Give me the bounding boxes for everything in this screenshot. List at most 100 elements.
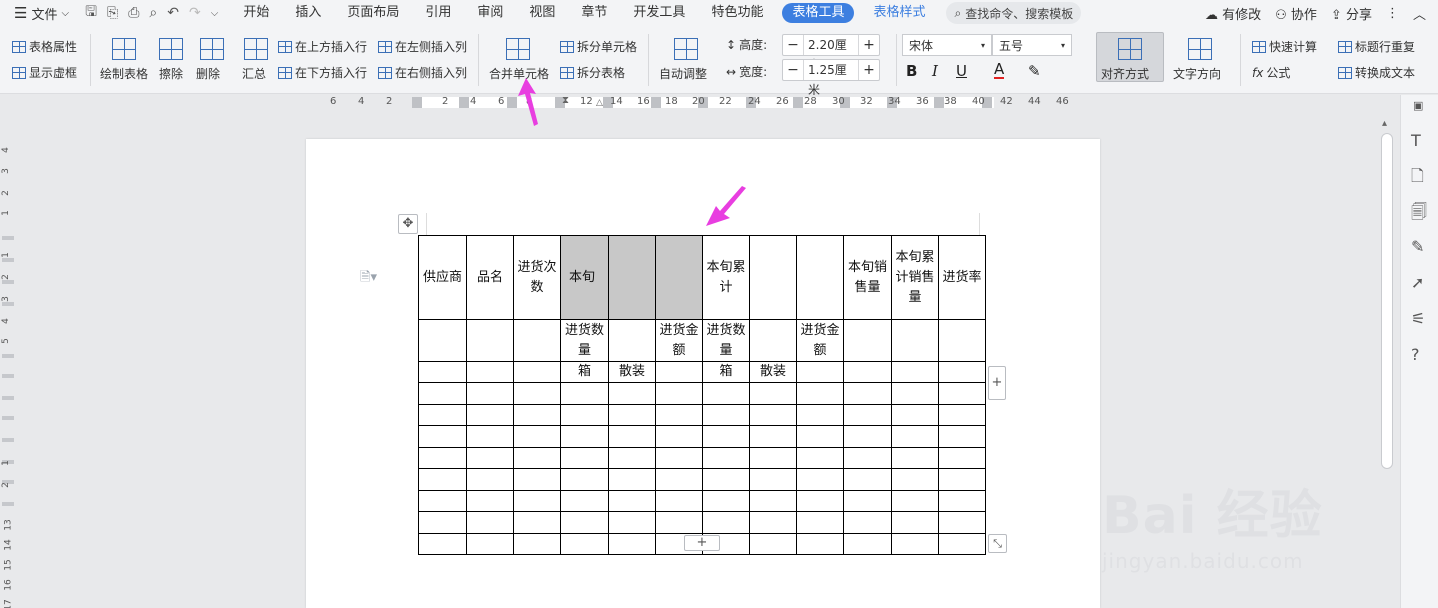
- table-cell[interactable]: [466, 382, 514, 405]
- table-cell[interactable]: [891, 489, 939, 512]
- table-cell[interactable]: 进货次数: [513, 235, 561, 320]
- quick-calc-button[interactable]: 快速计算: [1252, 38, 1317, 55]
- highlight-icon[interactable]: ✎: [1028, 62, 1041, 80]
- table-cell[interactable]: [749, 403, 797, 426]
- document-icon[interactable]: 🗋: [1411, 165, 1424, 192]
- table-cell[interactable]: [560, 382, 609, 405]
- table-cell[interactable]: [843, 382, 892, 405]
- table-cell[interactable]: 进货金额: [796, 319, 844, 362]
- table-cell[interactable]: [749, 235, 797, 320]
- tab-home[interactable]: 开始: [230, 0, 282, 26]
- table-cell[interactable]: [466, 532, 514, 555]
- table-cell[interactable]: [466, 511, 514, 534]
- print-icon[interactable]: ⎙: [128, 5, 139, 21]
- height-value[interactable]: 2.20厘米: [803, 35, 859, 72]
- table-cell[interactable]: [938, 382, 986, 405]
- table-cell[interactable]: 箱: [702, 361, 750, 383]
- table-cell[interactable]: [749, 425, 797, 448]
- repeat-header-button[interactable]: 标题行重复: [1338, 38, 1415, 55]
- table-cell[interactable]: [608, 532, 656, 555]
- table-cell[interactable]: 本旬累计: [702, 235, 750, 320]
- table-cell[interactable]: 箱: [560, 361, 609, 383]
- table-cell[interactable]: [418, 511, 467, 534]
- table-cell[interactable]: [560, 489, 609, 512]
- table-cell[interactable]: [796, 382, 844, 405]
- table-cell[interactable]: [466, 446, 514, 469]
- bold-icon[interactable]: B: [906, 62, 917, 80]
- add-column-button[interactable]: +: [988, 366, 1006, 400]
- table-cell[interactable]: [466, 425, 514, 448]
- collab-button[interactable]: ⚇ 协作: [1275, 4, 1317, 23]
- sidebar-toggle-icon[interactable]: ▣: [1413, 99, 1423, 112]
- table-cell[interactable]: [843, 489, 892, 512]
- vertical-scrollbar[interactable]: [1381, 133, 1393, 469]
- table-cell[interactable]: [796, 235, 844, 320]
- draw-table-button[interactable]: 绘制表格: [100, 65, 148, 82]
- plus-icon[interactable]: +: [859, 62, 879, 78]
- table-cell[interactable]: [655, 425, 703, 448]
- table-cell[interactable]: [702, 468, 750, 491]
- modified-indicator[interactable]: ☁ 有修改: [1205, 4, 1261, 23]
- table-cell[interactable]: [513, 489, 561, 512]
- insert-row-above-button[interactable]: 在上方插入行: [278, 38, 367, 55]
- table-cell[interactable]: [608, 468, 656, 491]
- table-cell[interactable]: [702, 403, 750, 426]
- table-cell[interactable]: [938, 446, 986, 469]
- tab-review[interactable]: 审阅: [464, 0, 516, 26]
- convert-to-text-button[interactable]: 转换成文本: [1338, 64, 1415, 81]
- table-cell[interactable]: 品名: [466, 235, 514, 320]
- table-cell[interactable]: [749, 489, 797, 512]
- table-cell[interactable]: [418, 361, 467, 383]
- table-cell[interactable]: [418, 425, 467, 448]
- document-settings-icon[interactable]: 🗐: [1411, 201, 1427, 228]
- table-cell[interactable]: [513, 319, 561, 362]
- table-cell[interactable]: 散装: [749, 361, 797, 383]
- save-icon[interactable]: 🖫: [85, 1, 97, 25]
- table-cell[interactable]: [608, 446, 656, 469]
- table-cell[interactable]: [655, 489, 703, 512]
- resize-table-handle[interactable]: ⤡: [988, 534, 1007, 553]
- tab-developer[interactable]: 开发工具: [620, 0, 698, 26]
- split-cells-button[interactable]: 拆分单元格: [560, 38, 637, 55]
- table-cell[interactable]: [749, 382, 797, 405]
- table-cell[interactable]: [608, 425, 656, 448]
- table-cell[interactable]: [418, 532, 467, 555]
- table-cell[interactable]: [466, 403, 514, 426]
- minus-icon[interactable]: −: [783, 62, 803, 78]
- table-cell[interactable]: 本旬销售量: [843, 235, 892, 320]
- table-cell[interactable]: [513, 468, 561, 491]
- vertical-ruler[interactable]: 4 3 2 1 1 2 3 4 5 1 2 13 14 15 16 17: [0, 110, 16, 608]
- table-cell[interactable]: [655, 403, 703, 426]
- insert-col-left-button[interactable]: 在左侧插入列: [378, 38, 467, 55]
- table-cell[interactable]: [749, 446, 797, 469]
- table-cell[interactable]: [513, 361, 561, 383]
- table-cell[interactable]: [843, 425, 892, 448]
- table-cell[interactable]: [513, 532, 561, 555]
- table-cell[interactable]: [608, 235, 656, 320]
- add-row-button[interactable]: +: [684, 535, 720, 551]
- minus-icon[interactable]: −: [783, 37, 803, 53]
- table-cell[interactable]: [891, 446, 939, 469]
- table-move-handle[interactable]: ✥: [398, 214, 418, 234]
- table-cell[interactable]: [891, 403, 939, 426]
- tab-insert[interactable]: 插入: [282, 0, 334, 26]
- table-cell[interactable]: [702, 511, 750, 534]
- insert-col-right-button[interactable]: 在右侧插入列: [378, 64, 467, 81]
- table-cell[interactable]: [749, 468, 797, 491]
- underline-icon[interactable]: U: [956, 62, 967, 80]
- purchase-table[interactable]: 供应商 品名 进货次数 本旬 本旬累计 本旬销售量 本旬累计销售量 进货率 进货…: [418, 235, 986, 555]
- tab-page-layout[interactable]: 页面布局: [334, 0, 412, 26]
- italic-icon[interactable]: I: [932, 62, 938, 80]
- show-grid-button[interactable]: 显示虚框: [12, 64, 77, 81]
- table-cell[interactable]: [466, 468, 514, 491]
- table-cell[interactable]: [466, 489, 514, 512]
- customize-icon[interactable]: ⌵: [211, 8, 219, 19]
- command-search[interactable]: ⌕ 查找命令、搜索模板: [946, 2, 1082, 24]
- font-color-icon[interactable]: A: [994, 62, 1005, 79]
- table-cell[interactable]: [513, 511, 561, 534]
- table-cell[interactable]: [891, 511, 939, 534]
- table-cell[interactable]: [843, 468, 892, 491]
- table-cell[interactable]: [560, 532, 609, 555]
- table-cell[interactable]: [843, 319, 892, 362]
- pointer-icon[interactable]: ➚: [1411, 273, 1424, 292]
